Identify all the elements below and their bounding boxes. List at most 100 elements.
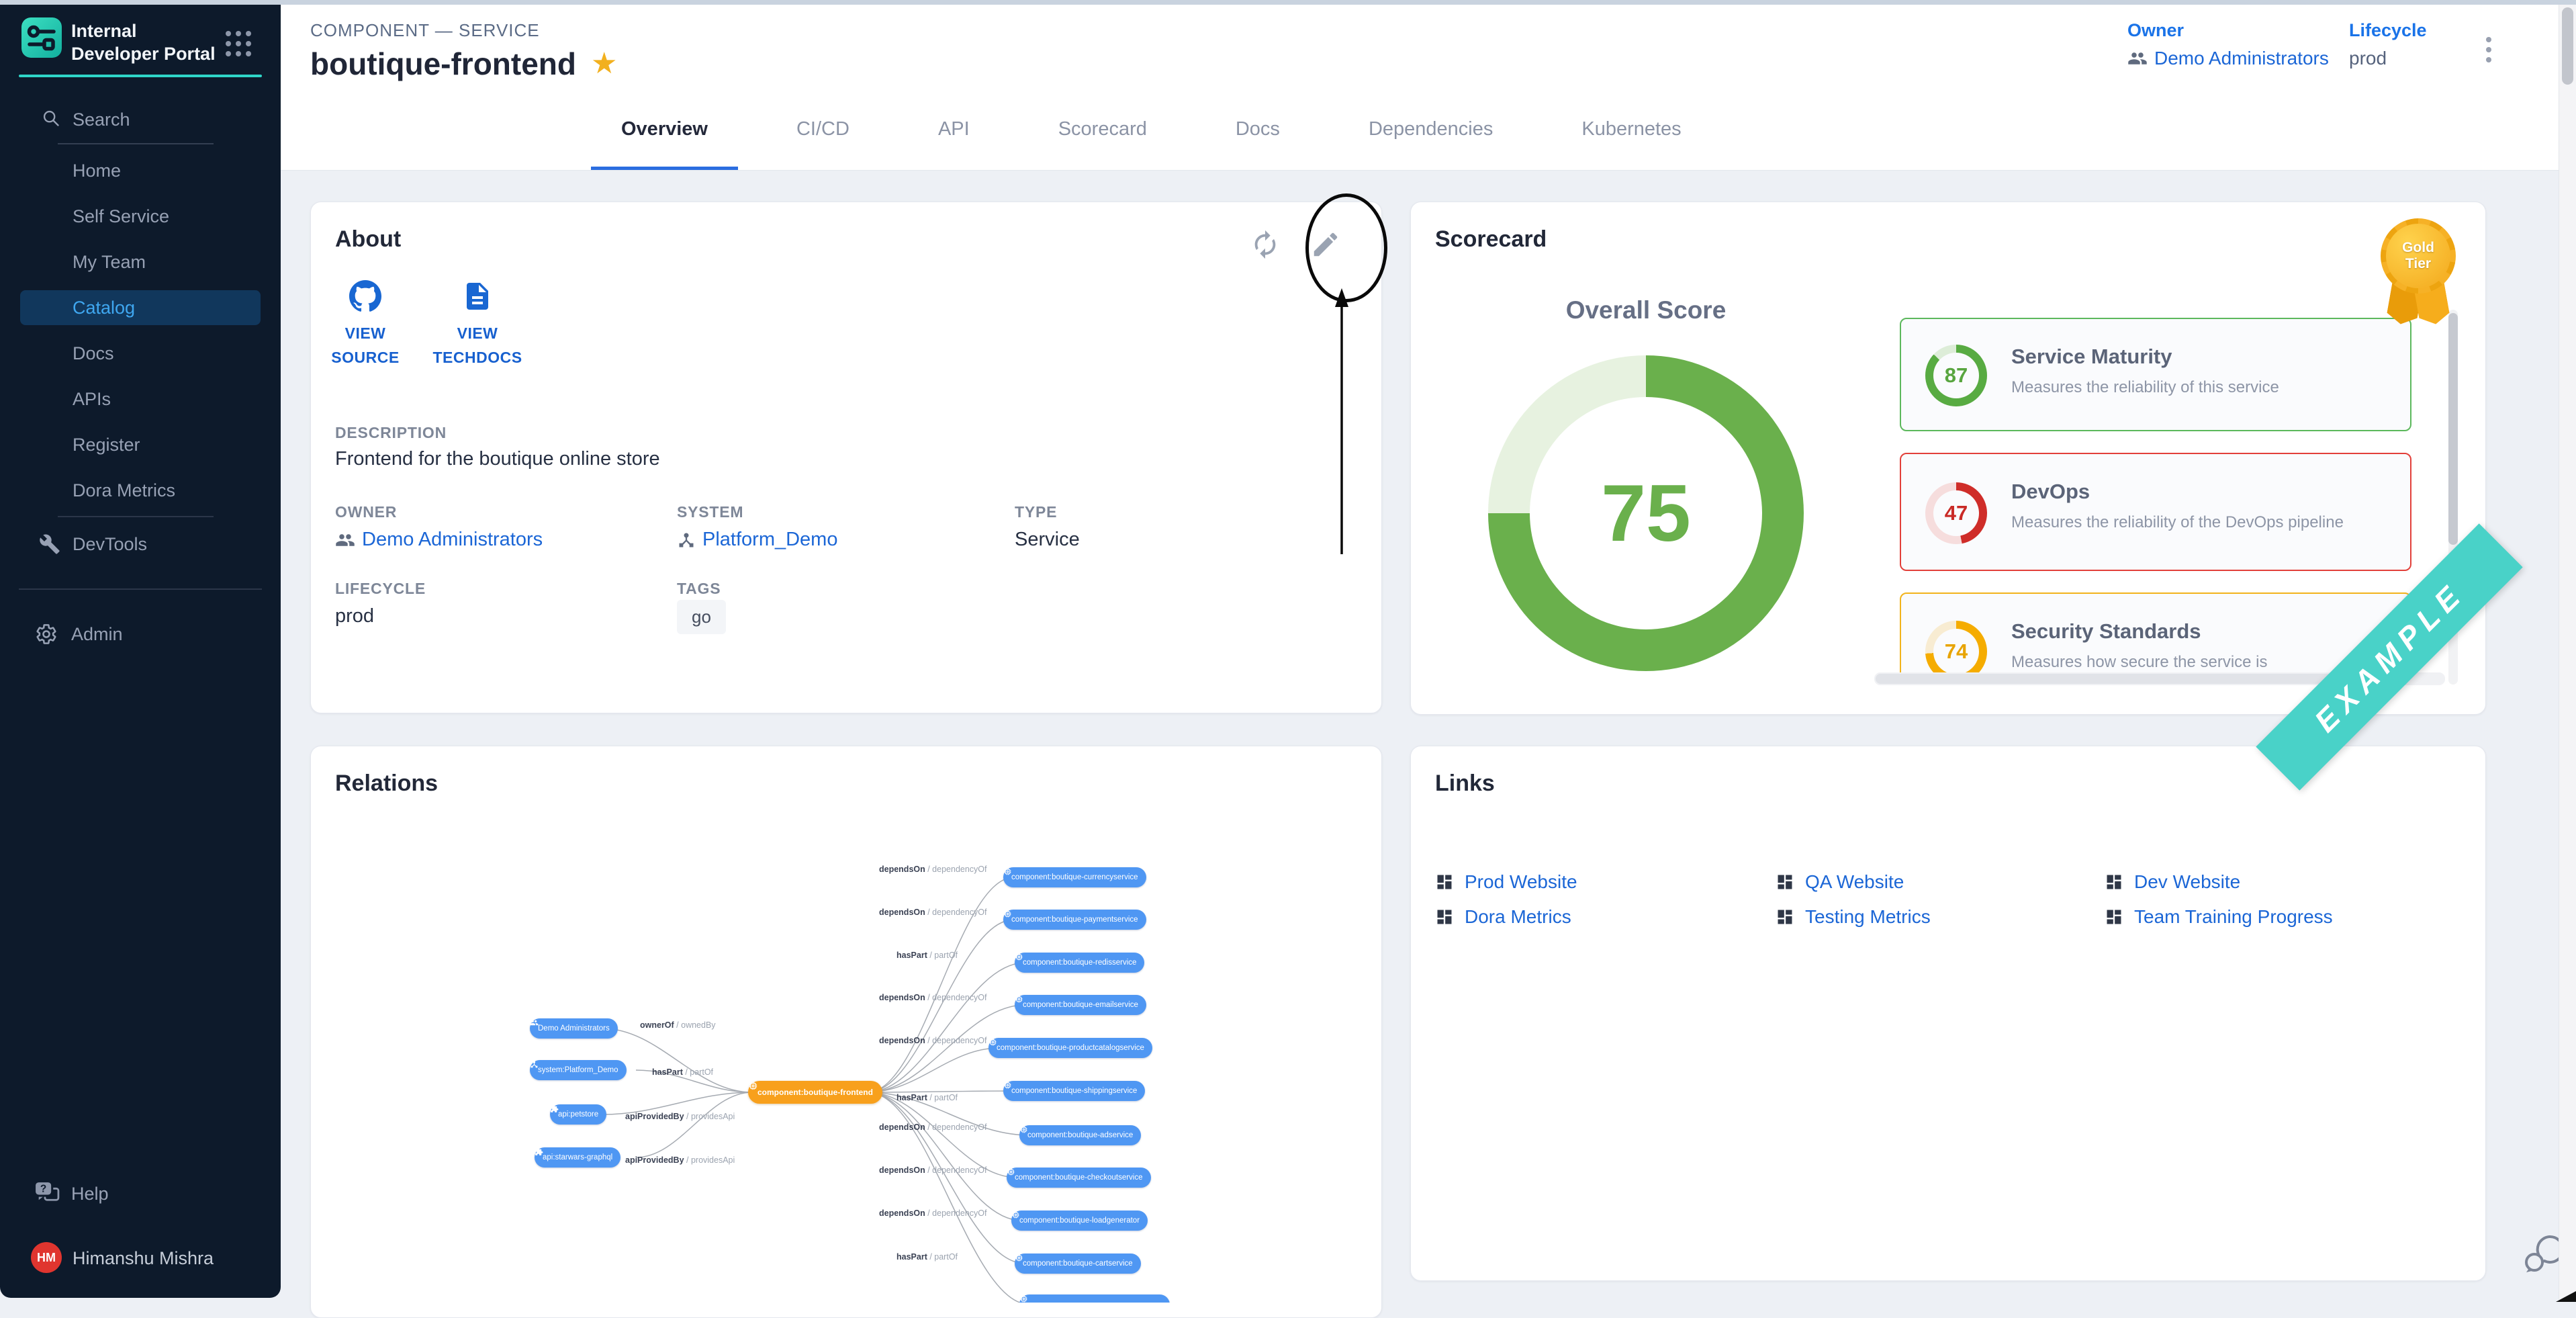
edge-label-haspart: hasPart / partOf bbox=[896, 951, 958, 960]
sidebar: Internal Developer Portal Search HomeSel… bbox=[0, 0, 281, 1298]
metric-ring: 47 bbox=[1925, 482, 1987, 544]
group-icon bbox=[335, 530, 355, 550]
page-scrollbar[interactable] bbox=[2559, 5, 2576, 1302]
sidebar-item-my-team[interactable]: My Team bbox=[0, 239, 281, 285]
relations-title: Relations bbox=[335, 771, 438, 797]
nav-item-label: Self Service bbox=[73, 206, 169, 227]
graph-node-system-platform-demo[interactable]: system:Platform_Demo bbox=[530, 1060, 627, 1080]
graph-node-component-boutique-cartservice[interactable]: component:boutique-cartservice bbox=[1015, 1254, 1141, 1274]
component-icon bbox=[748, 1081, 758, 1091]
graph-node-component-boutique-shippingservice[interactable]: component:boutique-shippingservice bbox=[1003, 1081, 1145, 1101]
link-prod-website[interactable]: Prod Website bbox=[1435, 871, 1577, 893]
edge-label-dependson: dependsOn / dependencyOf bbox=[879, 865, 987, 874]
tab-ci-cd[interactable]: CI/CD bbox=[766, 91, 880, 170]
sidebar-divider bbox=[58, 516, 214, 517]
link-team-training-progress[interactable]: Team Training Progress bbox=[2105, 906, 2333, 928]
sidebar-search[interactable]: Search bbox=[0, 101, 281, 136]
dashboard-icon bbox=[2105, 873, 2123, 891]
metric-score: 87 bbox=[1925, 345, 1987, 406]
graph-node-label: component:boutique-loadgenerator bbox=[1019, 1217, 1140, 1225]
sidebar-item-dora-metrics[interactable]: Dora Metrics bbox=[0, 468, 281, 513]
graph-node-partial[interactable] bbox=[1019, 1294, 1170, 1303]
link-testing-metrics[interactable]: Testing Metrics bbox=[1776, 906, 1931, 928]
component-icon bbox=[1015, 1254, 1023, 1262]
sidebar-item-help[interactable]: ? Help bbox=[0, 1171, 281, 1217]
link-dev-website[interactable]: Dev Website bbox=[2105, 871, 2240, 893]
dashboard-icon bbox=[2105, 908, 2123, 926]
admin-label: Admin bbox=[0, 624, 123, 645]
nav-item-label: My Team bbox=[73, 252, 146, 273]
graph-node-component-boutique-checkoutservice[interactable]: component:boutique-checkoutservice bbox=[1007, 1168, 1151, 1188]
more-options-icon[interactable] bbox=[2475, 32, 2502, 73]
tab-overview[interactable]: Overview bbox=[591, 91, 738, 170]
graph-node-component-boutique-redisservice[interactable]: component:boutique-redisservice bbox=[1015, 953, 1144, 973]
tab-scorecard[interactable]: Scorecard bbox=[1028, 91, 1177, 170]
component-icon bbox=[1019, 1125, 1028, 1134]
graph-node-label: api:petstore bbox=[558, 1110, 598, 1118]
tab-dependencies[interactable]: Dependencies bbox=[1338, 91, 1523, 170]
edge-label-ownerof: ownerOf / ownedBy bbox=[640, 1020, 716, 1030]
relations-edges bbox=[311, 827, 1381, 1303]
tab-docs[interactable]: Docs bbox=[1205, 91, 1310, 170]
graph-node-component-boutique-currencyservice[interactable]: component:boutique-currencyservice bbox=[1003, 867, 1146, 887]
favorite-star-icon[interactable]: ★ bbox=[591, 49, 617, 79]
edge-label-haspart: hasPart / partOf bbox=[652, 1067, 713, 1077]
link-qa-website[interactable]: QA Website bbox=[1776, 871, 1904, 893]
view-source-button[interactable]: VIEWSOURCE bbox=[315, 280, 416, 369]
description-value: Frontend for the boutique online store bbox=[335, 448, 660, 470]
metric-card-devops[interactable]: 47DevOpsMeasures the reliability of the … bbox=[1900, 453, 2411, 571]
owner-field-link[interactable]: Demo Administrators bbox=[335, 529, 543, 551]
sidebar-item-self-service[interactable]: Self Service bbox=[0, 193, 281, 239]
metric-card-service-maturity[interactable]: 87Service MaturityMeasures the reliabili… bbox=[1900, 318, 2411, 431]
api-icon bbox=[535, 1147, 543, 1156]
owner-link[interactable]: Demo Administrators bbox=[2127, 48, 2329, 69]
tab-api[interactable]: API bbox=[908, 91, 1000, 170]
system-field-link[interactable]: Platform_Demo bbox=[677, 529, 837, 551]
graph-node-component-boutique-frontend[interactable]: component:boutique-frontend bbox=[748, 1081, 882, 1104]
sidebar-item-admin[interactable]: Admin bbox=[0, 611, 281, 657]
graph-node-label: api:starwars-graphql bbox=[543, 1153, 612, 1161]
sidebar-user[interactable]: HM Himanshu Mishra bbox=[0, 1239, 281, 1277]
link-label: Dora Metrics bbox=[1465, 906, 1571, 928]
sidebar-item-home[interactable]: Home bbox=[0, 148, 281, 193]
group-icon bbox=[2127, 48, 2148, 69]
relations-graph[interactable]: ownerOf / ownedBy hasPart / partOf apiProv… bbox=[311, 827, 1381, 1303]
graph-node-component-boutique-emailservice[interactable]: component:boutique-emailservice bbox=[1015, 995, 1146, 1015]
sidebar-item-register[interactable]: Register bbox=[0, 422, 281, 468]
view-techdocs-button[interactable]: VIEWTECHDOCS bbox=[427, 280, 528, 369]
refresh-icon[interactable] bbox=[1250, 229, 1281, 260]
tab-kubernetes[interactable]: Kubernetes bbox=[1551, 91, 1711, 170]
graph-node-label: component:boutique-cartservice bbox=[1023, 1260, 1133, 1268]
component-icon bbox=[1011, 1211, 1020, 1219]
sidebar-item-docs[interactable]: Docs bbox=[0, 331, 281, 376]
graph-node-api-petstore[interactable]: api:petstore bbox=[550, 1104, 606, 1125]
graph-node-component-boutique-productcatalogservice[interactable]: component:boutique-productcatalogservice bbox=[988, 1038, 1152, 1058]
sidebar-divider bbox=[19, 588, 262, 590]
svg-text:?: ? bbox=[40, 1184, 46, 1195]
tag-chip[interactable]: go bbox=[677, 600, 726, 634]
graph-node-component-boutique-paymentservice[interactable]: component:boutique-paymentservice bbox=[1003, 910, 1146, 930]
tags-field-label: TAGS bbox=[677, 580, 721, 598]
system-icon bbox=[677, 531, 696, 550]
link-dora-metrics[interactable]: Dora Metrics bbox=[1435, 906, 1571, 928]
sidebar-item-catalog[interactable]: Catalog bbox=[0, 285, 281, 331]
apps-grid-icon[interactable] bbox=[226, 31, 252, 58]
graph-node-component-boutique-loadgenerator[interactable]: component:boutique-loadgenerator bbox=[1011, 1211, 1148, 1231]
graph-node-component-boutique-adservice[interactable]: component:boutique-adservice bbox=[1019, 1125, 1141, 1145]
component-icon bbox=[1007, 1168, 1015, 1176]
edge-label-apiprovidedby: apiProvidedBy / providesApi bbox=[625, 1155, 735, 1165]
edge-label-haspart: hasPart / partOf bbox=[896, 1093, 958, 1102]
page-scrollbar-thumb[interactable] bbox=[2562, 7, 2573, 85]
links-title: Links bbox=[1435, 771, 1495, 797]
metric-card-security-standards[interactable]: 74Security StandardsMeasures how secure … bbox=[1900, 592, 2411, 672]
sidebar-item-apis[interactable]: APIs bbox=[0, 376, 281, 422]
scorecard-card: Scorecard Overall Score 75 87Service Mat… bbox=[1410, 202, 2486, 715]
graph-node-label: component:boutique-emailservice bbox=[1023, 1001, 1138, 1009]
metric-name: Service Maturity bbox=[2011, 345, 2172, 369]
lifecycle-field-value: prod bbox=[335, 605, 374, 627]
graph-node-demo-administrators[interactable]: Demo Administrators bbox=[530, 1018, 618, 1039]
sidebar-item-devtools[interactable]: DevTools bbox=[0, 521, 281, 567]
graph-node-api-starwars-graphql[interactable]: api:starwars-graphql bbox=[535, 1147, 620, 1168]
window-top-edge bbox=[0, 0, 2576, 5]
graph-node-label: component:boutique-productcatalogservice bbox=[997, 1044, 1144, 1052]
